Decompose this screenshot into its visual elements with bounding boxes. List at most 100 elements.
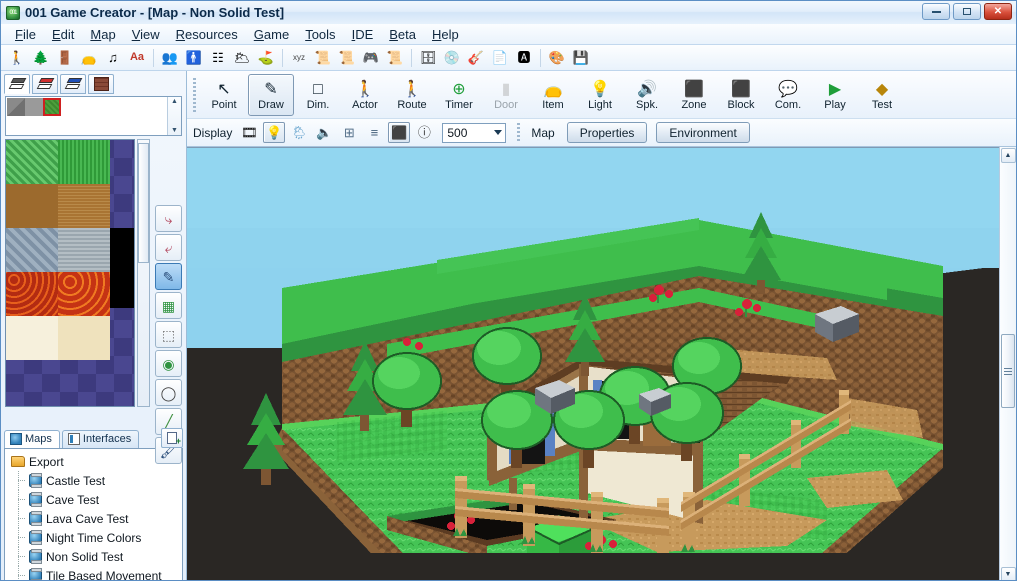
tool-dim[interactable]: □ Dim. [295, 74, 341, 116]
scroll-up-button[interactable]: ▲ [1000, 148, 1016, 163]
selected-tile-gray2[interactable] [25, 98, 43, 116]
scroll-x-icon[interactable]: 📜 [312, 47, 334, 68]
menu-view[interactable]: View [124, 25, 168, 44]
maps-tree[interactable]: Export Castle Test Cave Test Lava Cave T… [4, 448, 183, 580]
select-tool-button[interactable]: ⬚ [155, 321, 182, 348]
tab-maps[interactable]: Maps [4, 430, 60, 448]
tool-block[interactable]: ⬛ Block [718, 74, 764, 116]
menu-tools[interactable]: Tools [297, 25, 343, 44]
close-button[interactable]: ✕ [984, 3, 1012, 20]
map-canvas[interactable] [187, 147, 999, 580]
tree-icon[interactable]: 🌲 [30, 47, 52, 68]
scroll-face-icon[interactable]: 📜 [384, 47, 406, 68]
menu-ide[interactable]: IDE [344, 25, 382, 44]
vertical-scroll-thumb[interactable] [1001, 334, 1015, 408]
menu-resources[interactable]: Resources [168, 25, 246, 44]
tile-grass-a[interactable] [6, 140, 58, 184]
menu-edit[interactable]: Edit [44, 25, 82, 44]
tool-route[interactable]: 🚶 Route [389, 74, 435, 116]
door-icon[interactable]: 🚪 [54, 47, 76, 68]
vertical-scroll-track[interactable] [1000, 164, 1016, 566]
list-icon[interactable]: ☷ [207, 47, 229, 68]
item-icon[interactable]: 👝 [78, 47, 100, 68]
selected-tile-green[interactable] [43, 98, 61, 116]
menu-map[interactable]: Map [82, 25, 123, 44]
actor-icon[interactable]: 🚶 [6, 47, 28, 68]
tree-item-non-solid-test[interactable]: Non Solid Test [9, 547, 182, 566]
tile-palette[interactable] [5, 139, 135, 407]
layer-ground-button[interactable] [4, 74, 30, 94]
light-toggle[interactable]: 💡 [263, 122, 286, 143]
tile-lava-b[interactable] [58, 272, 110, 316]
tool-actor[interactable]: 🚶 Actor [342, 74, 388, 116]
menu-file[interactable]: File [7, 25, 44, 44]
sound-toggle[interactable]: 🔈 [313, 122, 335, 143]
fill-pattern-button[interactable]: ▦ [155, 292, 182, 319]
redo-button[interactable]: ⤷ [155, 205, 182, 232]
variables-icon[interactable]: xyz [288, 47, 310, 68]
tool-play[interactable]: ▶ Play [812, 74, 858, 116]
chevron-down-icon[interactable] [494, 129, 503, 135]
scroll-down-button[interactable]: ▼ [1000, 567, 1016, 580]
tile-stone-b[interactable] [58, 228, 110, 272]
tool-test[interactable]: ◆ Test [859, 74, 905, 116]
tile-stone-a[interactable] [6, 228, 58, 272]
sphere-tool-button[interactable]: ◉ [155, 350, 182, 377]
scroll-up-icon[interactable]: ▲ [171, 98, 178, 105]
tool-point[interactable]: ↖ Point [201, 74, 247, 116]
pencil-tool-button[interactable]: ✎ [155, 263, 182, 290]
toolbar-grip[interactable] [193, 77, 196, 112]
tree-item-tile-based-movement[interactable]: Tile Based Movement [9, 566, 182, 580]
environment-button[interactable]: Environment [656, 122, 750, 143]
tile-lava-a[interactable] [6, 272, 58, 316]
party-icon[interactable]: 👥 [159, 47, 181, 68]
tool-item[interactable]: 👝 Item [530, 74, 576, 116]
tile-sand-b[interactable] [58, 316, 110, 360]
tool-light[interactable]: 💡 Light [577, 74, 623, 116]
zoom-combo[interactable]: 500 [442, 122, 507, 143]
tree-item-night-time-colors[interactable]: Night Time Colors [9, 528, 182, 547]
new-map-button[interactable]: + [161, 428, 183, 448]
weather-toggle[interactable]: 🌦 [288, 122, 310, 143]
minimize-button[interactable] [922, 3, 950, 20]
weather-icon[interactable]: 🌥 [231, 47, 253, 68]
document-icon[interactable]: 📄 [489, 47, 511, 68]
person-icon[interactable]: 🚹 [183, 47, 205, 68]
menu-beta[interactable]: Beta [381, 25, 424, 44]
tab-interfaces[interactable]: Interfaces [61, 430, 140, 448]
tile-sand-a[interactable] [6, 316, 58, 360]
tool-draw[interactable]: ✎ Draw [248, 73, 294, 116]
tile-black[interactable] [110, 228, 134, 308]
menu-help[interactable]: Help [424, 25, 467, 44]
tool-comment[interactable]: 💬 Com. [765, 74, 811, 116]
tool-speaker[interactable]: 🔊 Spk. [624, 74, 670, 116]
vertical-scrollbar[interactable]: ▲ ▼ [999, 147, 1016, 580]
layer-wall-button[interactable] [88, 74, 114, 94]
tool-timer[interactable]: ⊕ Timer [436, 74, 482, 116]
tile-grass-b[interactable] [58, 140, 110, 184]
tree-item-castle-test[interactable]: Castle Test [9, 471, 182, 490]
selection-strip-scrollbar[interactable]: ▲ ▼ [167, 97, 181, 135]
menu-game[interactable]: Game [246, 25, 297, 44]
undo-button[interactable]: ⤶ [155, 234, 182, 261]
textbox-icon[interactable]: 🅰 [513, 47, 535, 68]
tree-item-lava-cave-test[interactable]: Lava Cave Test [9, 509, 182, 528]
gamepad-icon[interactable]: 🎮 [360, 47, 382, 68]
font-icon[interactable]: Aa [126, 47, 148, 68]
layer-upper-button[interactable] [60, 74, 86, 94]
disc-icon[interactable]: 💿 [441, 47, 463, 68]
properties-button[interactable]: Properties [566, 122, 648, 143]
tile-dirt-a[interactable] [6, 184, 58, 228]
palette-scrollbar[interactable] [137, 139, 150, 407]
palette-scroll-thumb[interactable] [138, 143, 149, 263]
grid-toggle[interactable]: ⊞ [338, 122, 360, 143]
circle-tool-button[interactable]: ◯ [155, 379, 182, 406]
tile-dirt-b[interactable] [58, 184, 110, 228]
selected-tile-gray[interactable] [7, 98, 25, 116]
database-icon[interactable]: 🗄 [417, 47, 439, 68]
selected-tiles-strip[interactable]: ▲ ▼ [5, 96, 182, 136]
scroll-down-icon[interactable]: ▼ [171, 127, 178, 134]
scroll-icon[interactable]: 📜 [336, 47, 358, 68]
guitar-icon[interactable]: 🎸 [465, 47, 487, 68]
warning-toggle[interactable]: ⓘ [413, 122, 435, 143]
